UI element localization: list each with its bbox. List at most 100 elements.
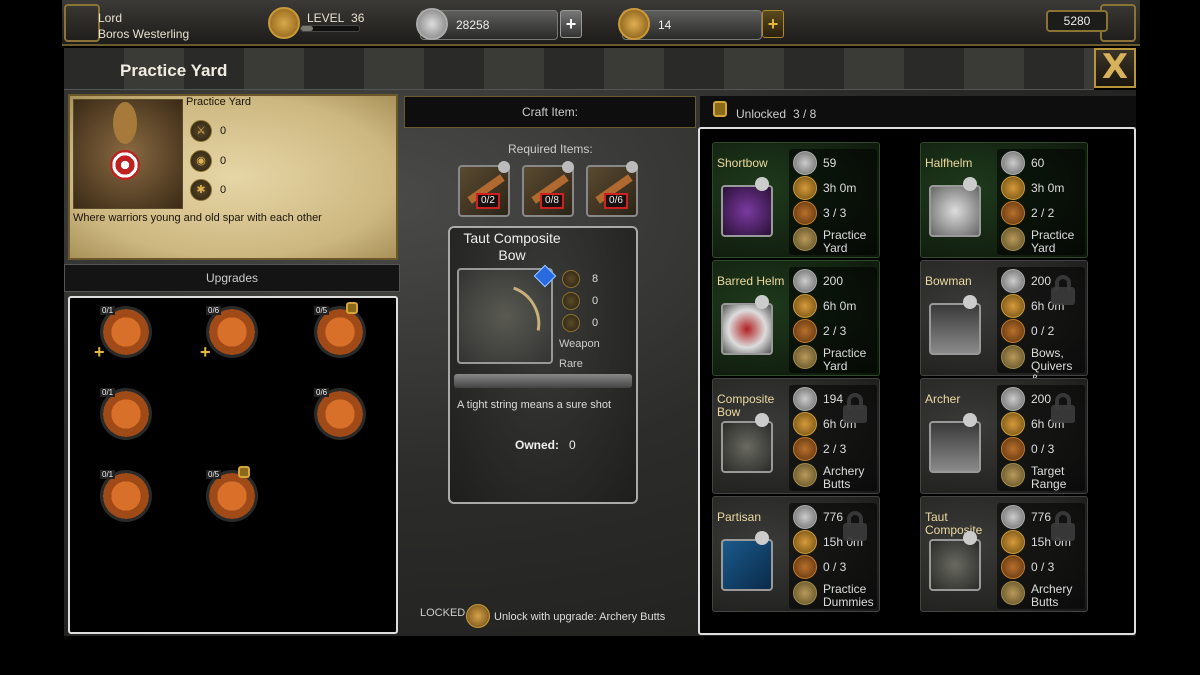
recipe-card[interactable]: Barred Helm 200 6h 0m 2 / 3 Practice Yar… — [712, 260, 880, 376]
recipe-level: 0 / 3 — [823, 561, 847, 574]
recipe-card[interactable]: Composite Bow 194 6h 0m 2 / 3 Archery Bu… — [712, 378, 880, 494]
close-button[interactable]: X — [1094, 48, 1136, 88]
recipe-level: 0 / 3 — [1031, 443, 1055, 456]
building-name: Practice Yard — [186, 96, 252, 108]
window-title: Practice Yard — [120, 61, 228, 80]
upgrade-slot[interactable]: 0/5 — [314, 302, 366, 358]
hourglass-icon — [793, 176, 817, 200]
upgrade-count: 0/1 — [100, 388, 116, 397]
tag-icon — [963, 295, 977, 309]
padlock-icon — [843, 511, 867, 541]
hammer-icon — [793, 437, 817, 461]
unlocked-count: 3 / 8 — [793, 107, 817, 121]
player-name: Boros Westerling — [98, 27, 190, 41]
padlock-icon — [843, 393, 867, 423]
recipe-name: Halfhelm — [925, 156, 973, 170]
xp-fill — [301, 26, 313, 31]
upgrade-slot[interactable]: 0/1 — [100, 388, 152, 440]
coin-purse-icon: ◉ — [190, 150, 212, 172]
sword-icon: ⚔ — [190, 120, 212, 142]
archer-image — [929, 421, 981, 473]
buy-gold-button[interactable]: + — [762, 10, 784, 38]
recipe-cost: 60 — [1031, 157, 1045, 170]
hammer-icon — [1001, 319, 1025, 343]
recipe-level: 3 / 3 — [823, 207, 847, 220]
recipe-card[interactable]: Shortbow 59 3h 0m 3 / 3 Practice Yard — [712, 142, 880, 258]
recipe-time: 3h 0m — [1031, 182, 1065, 195]
stat-value: 0 — [592, 295, 599, 307]
upgrade-slot[interactable]: 0/1 — [100, 470, 152, 522]
corner-ornament-left — [64, 4, 100, 42]
upgrade-slot[interactable]: 0/6 + — [200, 306, 258, 362]
recipe-card[interactable]: Partisan 776 15h 0m 0 / 3 Practice Dummi… — [712, 496, 880, 612]
required-item[interactable]: 0/2 — [458, 161, 510, 217]
upgrade-plus-icon: + — [94, 342, 105, 362]
building-icon — [1001, 227, 1025, 251]
item-rarity: Rare — [559, 358, 583, 370]
hourglass-icon — [1001, 530, 1025, 554]
bow-icon — [465, 273, 553, 365]
tag-icon — [963, 531, 977, 545]
hourglass-icon — [793, 294, 817, 318]
sword-icon — [562, 270, 580, 288]
stat-value: 0 — [220, 184, 227, 196]
item-stat-battle: 8 — [562, 270, 598, 291]
hourglass-icon — [1001, 176, 1025, 200]
item-divider — [454, 374, 632, 388]
craft-header: Craft Item: — [404, 96, 696, 128]
tag-icon — [498, 161, 510, 173]
recipe-building: Archery Butts — [823, 465, 865, 491]
upgrade-slot[interactable]: 0/5 — [206, 466, 258, 522]
item-name: Taut Composite Bow — [463, 230, 561, 263]
top-right-value: 5280 — [1046, 10, 1108, 32]
partisan-image — [721, 539, 773, 591]
player-info[interactable]: Lord Boros Westerling — [98, 10, 189, 42]
hammer-icon — [1001, 437, 1025, 461]
spider-icon — [562, 314, 580, 332]
upgrade-plus-icon: + — [200, 342, 211, 362]
stat-value: 8 — [592, 273, 599, 285]
recipe-building: Practice Yard — [823, 229, 867, 255]
coin-purse-icon — [562, 292, 580, 310]
item-stat-intrigue: 0 — [562, 314, 598, 335]
hourglass-icon — [1001, 294, 1025, 318]
halfhelm-image — [929, 185, 981, 237]
required-item[interactable]: 0/8 — [522, 161, 574, 217]
silver-icon — [1001, 387, 1025, 411]
item-description: A tight string means a sure shot — [457, 399, 612, 411]
upgrade-count: 0/5 — [206, 470, 222, 479]
recipe-cost: 59 — [823, 157, 837, 170]
recipe-cost: 200 — [823, 275, 844, 288]
building-icon — [793, 345, 817, 369]
upgrade-slot[interactable]: 0/1 + — [94, 306, 152, 362]
level-value: 36 — [351, 11, 365, 25]
required-qty: 0/8 — [540, 193, 564, 209]
recipe-card[interactable]: Halfhelm 60 3h 0m 2 / 2 Practice Yard — [920, 142, 1088, 258]
level-wing-icon — [268, 7, 300, 39]
required-item[interactable]: 0/6 — [586, 161, 638, 217]
recipe-building: Practice Yard — [1031, 229, 1075, 255]
unlocked-label: Unlocked — [736, 107, 787, 121]
stat-value: 0 — [220, 155, 227, 167]
recipe-name: Shortbow — [717, 156, 768, 170]
gold-dragon-icon — [618, 8, 650, 40]
composite-bow-image — [721, 421, 773, 473]
buy-silver-button[interactable]: + — [560, 10, 582, 38]
owned-value: 0 — [569, 438, 576, 452]
building-description: Where warriors young and old spar with e… — [73, 212, 322, 224]
hammer-icon — [793, 555, 817, 579]
recipe-card[interactable]: Taut Composite 776 15h 0m 0 / 3 Archery … — [920, 496, 1088, 612]
recipe-card[interactable]: Bowman 200 6h 0m 0 / 2 Bows, Quivers &..… — [920, 260, 1088, 386]
upgrade-count: 0/6 — [314, 388, 330, 397]
recipe-name: Taut Composite — [925, 510, 983, 537]
building-stat-intrigue: ◉ 0 — [190, 150, 226, 172]
silver-icon — [793, 151, 817, 175]
padlock-icon — [1051, 275, 1075, 305]
archery-butts-icon — [466, 604, 490, 628]
silver-icon — [1001, 505, 1025, 529]
tag-icon — [755, 531, 769, 545]
recipe-name: Barred Helm — [717, 274, 785, 288]
recipe-card[interactable]: Archer 200 6h 0m 0 / 3 Target Range — [920, 378, 1088, 494]
upgrade-slot[interactable]: 0/6 — [314, 388, 366, 440]
silver-icon — [1001, 269, 1025, 293]
